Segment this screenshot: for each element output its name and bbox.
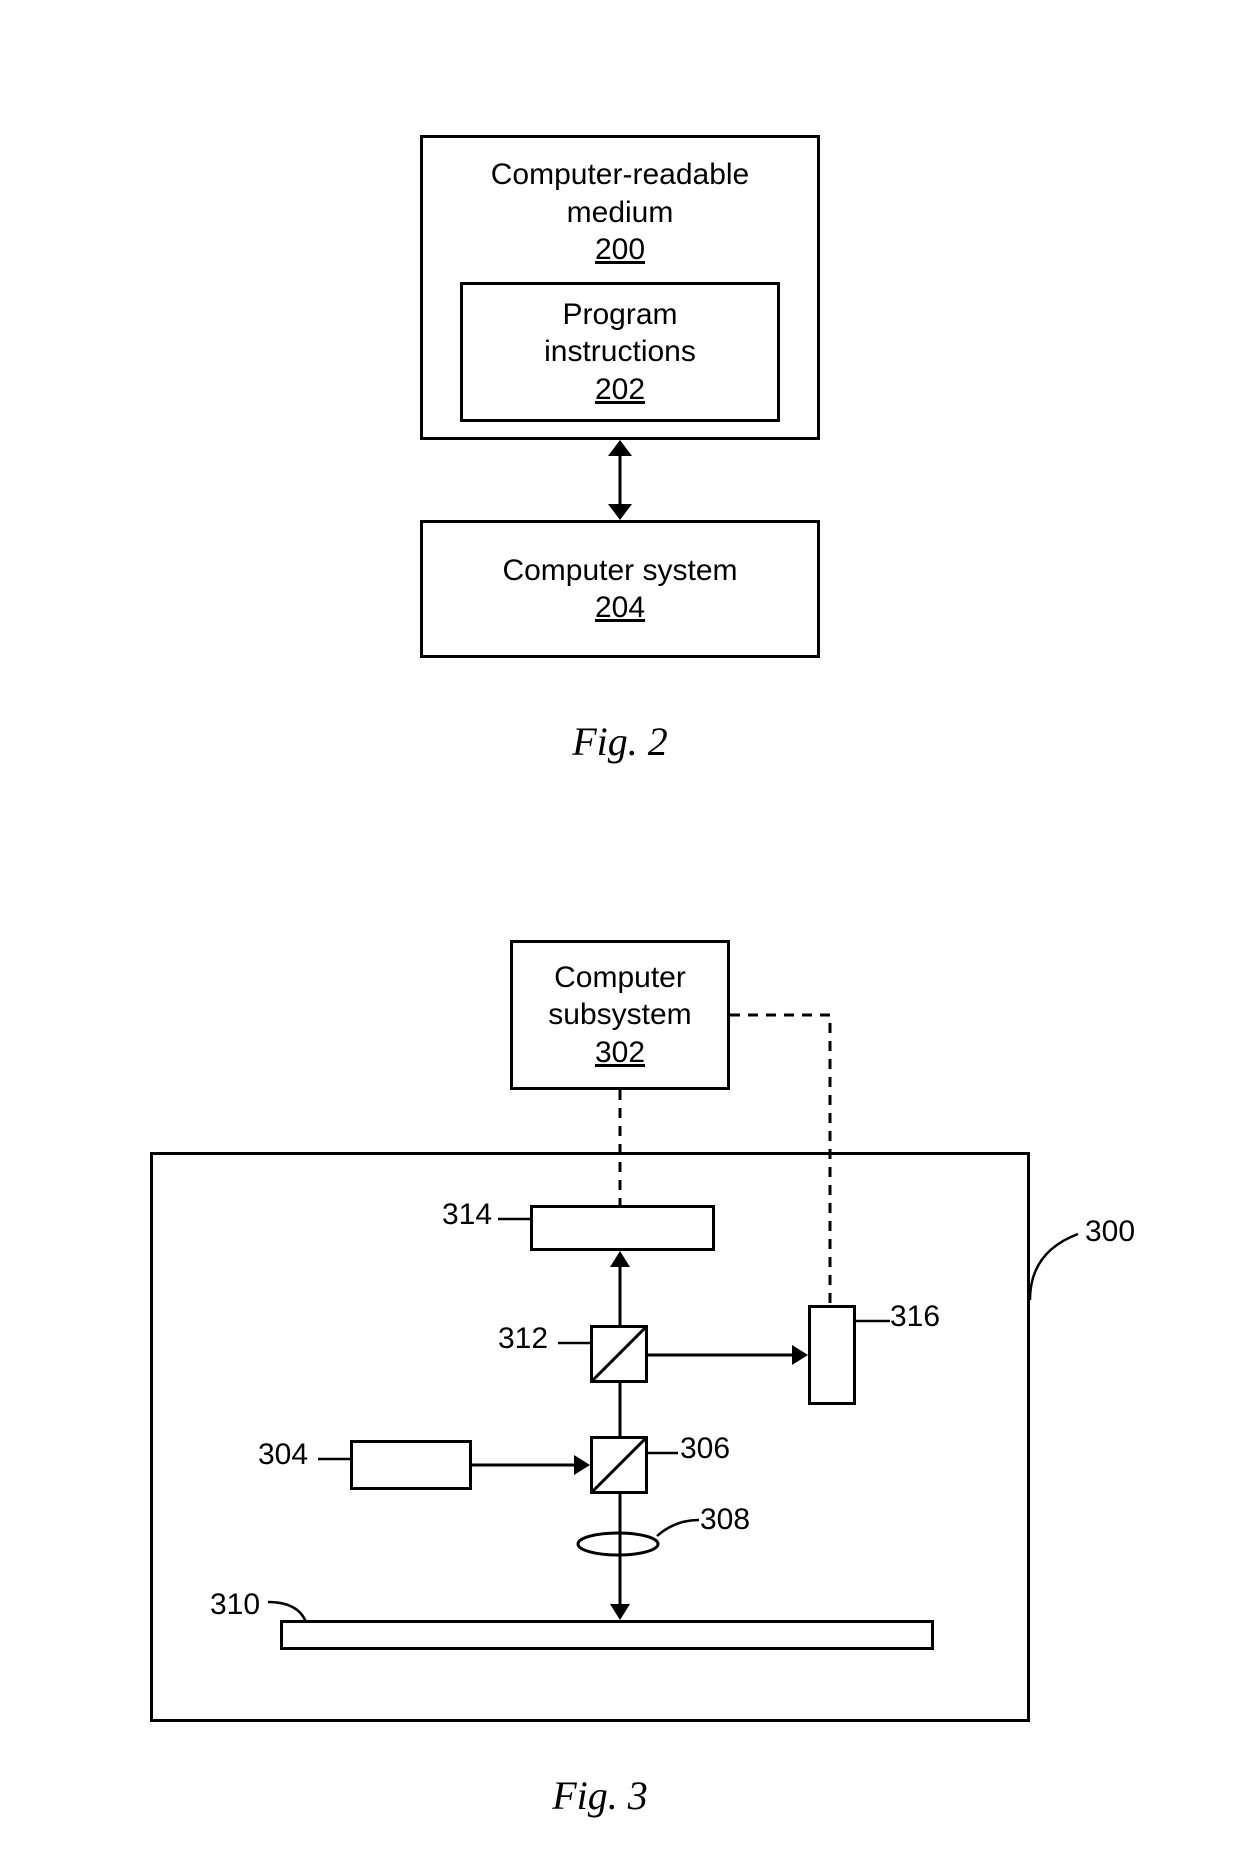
box-program-instructions: Program instructions 202 (460, 282, 780, 422)
box-316 (808, 1305, 856, 1405)
arrow-312-to-316 (648, 1342, 810, 1368)
arrow-306-to-310 (607, 1494, 633, 1622)
double-arrow-fig2 (600, 438, 640, 522)
arrow-312-to-314 (607, 1249, 633, 1327)
instructions-label: Program instructions (544, 296, 696, 371)
ref-314: 314 (442, 1198, 492, 1232)
box-306 (590, 1436, 648, 1494)
instructions-ref: 202 (595, 371, 645, 409)
ref-304: 304 (258, 1438, 308, 1472)
leader-310 (268, 1600, 308, 1624)
ref-306: 306 (680, 1432, 730, 1466)
leader-316 (856, 1315, 890, 1327)
box-310 (280, 1620, 934, 1650)
line-306-312 (607, 1383, 633, 1438)
ref-300: 300 (1085, 1215, 1135, 1249)
medium-label: Computer-readable medium (491, 156, 749, 231)
leader-312 (558, 1337, 592, 1349)
box-312 (590, 1325, 648, 1383)
leader-306 (648, 1447, 678, 1459)
ref-316: 316 (890, 1300, 940, 1334)
box-304 (350, 1440, 472, 1490)
ref-310: 310 (210, 1588, 260, 1622)
ref-308: 308 (700, 1503, 750, 1537)
subsystem-ref: 302 (595, 1034, 645, 1072)
system-label: Computer system (502, 552, 737, 590)
system-ref: 204 (595, 589, 645, 627)
medium-ref: 200 (595, 231, 645, 269)
fig2-caption: Fig. 2 (560, 718, 680, 765)
subsystem-label: Computer subsystem (548, 959, 691, 1034)
arrow-304-to-306 (472, 1452, 592, 1478)
box-314 (530, 1205, 715, 1251)
fig3-caption: Fig. 3 (540, 1772, 660, 1819)
leader-304 (318, 1453, 352, 1465)
box-computer-system: Computer system 204 (420, 520, 820, 658)
leader-308 (655, 1518, 701, 1538)
dashed-to-314 (607, 1090, 633, 1208)
box-computer-subsystem: Computer subsystem 302 (510, 940, 730, 1090)
ref-312: 312 (498, 1322, 548, 1356)
leader-314 (498, 1213, 532, 1225)
leader-300 (1028, 1232, 1088, 1302)
dashed-to-316 (730, 1012, 850, 1308)
